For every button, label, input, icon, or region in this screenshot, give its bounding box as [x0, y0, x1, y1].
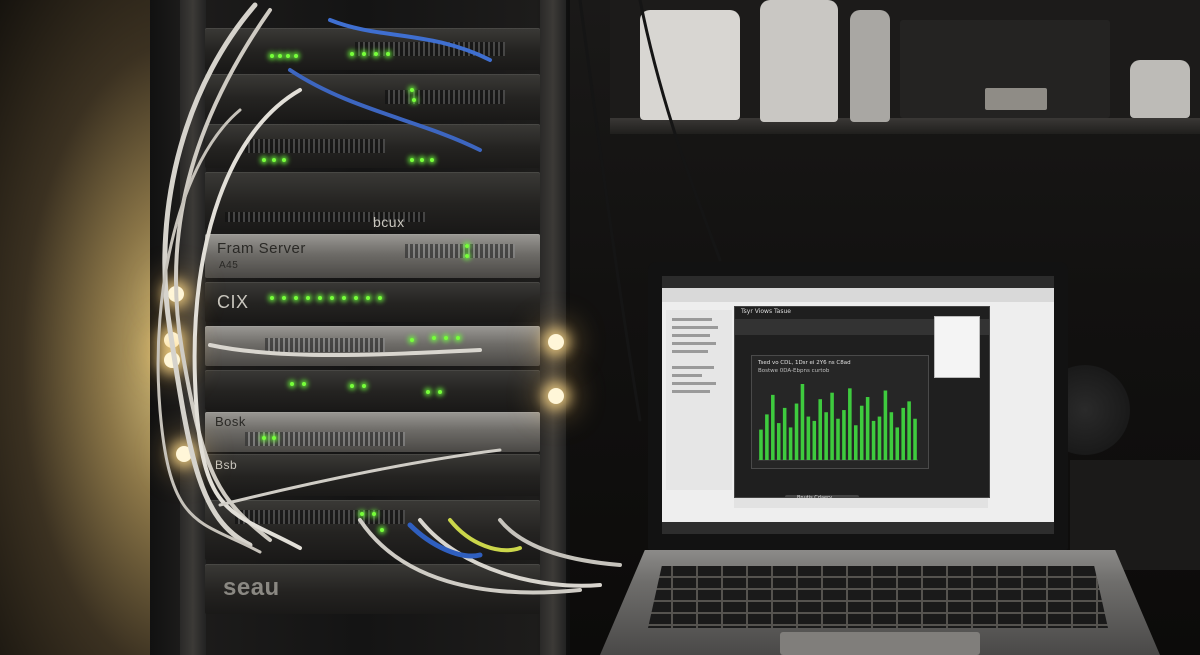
chart-bar: [836, 418, 840, 460]
screen-tab-strip: [662, 288, 1054, 302]
chart-bar: [776, 423, 781, 460]
chart-bar: [907, 401, 911, 460]
chart-bar: [842, 410, 846, 460]
chart-bar: [889, 412, 894, 460]
chart-bar: [883, 390, 888, 460]
chart-bar: [865, 397, 870, 460]
screen-taskbar: [662, 522, 1054, 534]
chart-bar: [901, 407, 905, 460]
chart-bar: [818, 399, 822, 460]
chart-bar: [859, 405, 864, 460]
bar-chart: [758, 384, 918, 461]
chart-subheading: Bostwe 0DA-Ebpns curtob: [758, 368, 830, 374]
chart-heading: Tsed vo CDL, 1Dsr ei 2Y6 ns C8ad: [758, 360, 851, 366]
chart-bar: [877, 416, 882, 460]
server-room-photo: bcux Fram Server A45 CIX Bosk Bsb seau T…: [0, 0, 1200, 655]
laptop-keyboard: [648, 566, 1108, 628]
screen-status-bar: [734, 498, 988, 508]
chart-bar: [812, 420, 817, 460]
chart-bar: [824, 412, 828, 460]
chart-bar: [765, 414, 769, 460]
chart-bar: [854, 425, 858, 460]
chart-bar: [782, 407, 787, 460]
laptop-touchpad: [780, 632, 980, 655]
chart-bar: [771, 394, 775, 460]
window-title: Tsyr Viows Tasue: [741, 308, 791, 315]
chart-bar: [871, 420, 876, 460]
chart-bar: [830, 392, 834, 460]
bar-chart-panel: Tsed vo CDL, 1Dsr ei 2Y6 ns C8ad Bostwe …: [751, 355, 929, 469]
chart-bar: [794, 403, 799, 460]
laptop-screen: Tsyr Viows Tasue Tsed vo CDL, 1Dsr ei 2Y…: [662, 276, 1054, 534]
chart-bar: [848, 388, 852, 460]
chart-bar: [759, 429, 763, 460]
screen-menu-bar: [662, 276, 1054, 288]
chart-bar: [913, 418, 917, 460]
screen-sidebar: [666, 310, 732, 490]
chart-bar: [806, 416, 811, 460]
chart-bar: [895, 427, 900, 460]
chart-bar: [800, 384, 805, 460]
chart-bar: [788, 427, 793, 460]
screen-side-panel: [934, 316, 980, 378]
